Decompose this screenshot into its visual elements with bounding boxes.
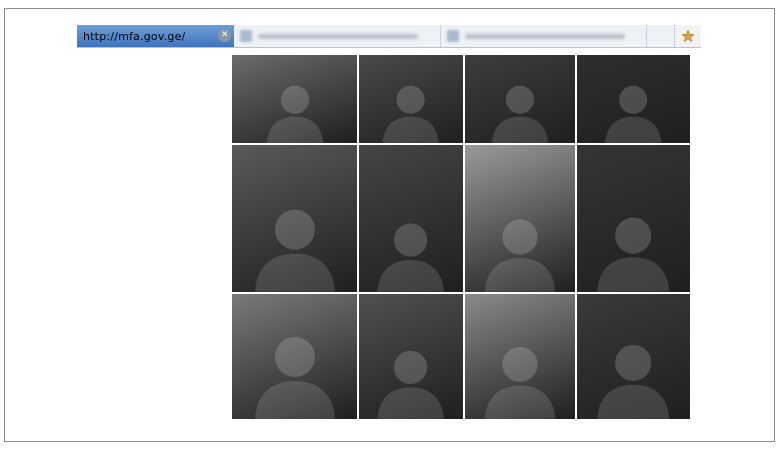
person-silhouette-icon	[266, 85, 323, 143]
photo-tile	[577, 145, 690, 292]
tab-inactive-1[interactable]	[234, 25, 441, 47]
photo-tile	[577, 55, 690, 143]
photo-tile	[359, 294, 463, 419]
silhouette-head	[274, 337, 315, 377]
favicon-icon	[240, 30, 253, 42]
star-icon	[681, 29, 695, 42]
person-silhouette-icon	[597, 344, 670, 419]
photo-tile	[577, 294, 690, 419]
browser-tab-bar: http://mfa.gov.ge/ ✕	[77, 25, 701, 48]
favicon-icon	[446, 30, 459, 42]
photo-tile	[232, 294, 357, 419]
silhouette-body	[597, 384, 670, 419]
silhouette-head	[615, 217, 652, 255]
photo-tile	[465, 294, 575, 419]
silhouette-head	[394, 350, 428, 385]
person-silhouette-icon	[605, 85, 662, 143]
bookmark-star-button[interactable]	[674, 25, 701, 47]
person-silhouette-icon	[382, 85, 440, 143]
photo-collage	[232, 55, 692, 421]
photo-tile	[359, 145, 463, 292]
tab-label: http://mfa.gov.ge/	[83, 29, 186, 43]
silhouette-head	[502, 346, 538, 383]
person-silhouette-icon	[484, 346, 556, 419]
tab-label-blurred	[464, 33, 625, 39]
silhouette-body	[254, 381, 335, 419]
silhouette-body	[254, 254, 335, 292]
silhouette-body	[377, 260, 445, 292]
silhouette-body	[605, 116, 662, 143]
silhouette-head	[394, 223, 428, 258]
tab-bar-spacer	[646, 25, 675, 47]
photo-tile	[359, 55, 463, 143]
photo-tile	[465, 145, 575, 292]
person-silhouette-icon	[597, 217, 670, 292]
silhouette-body	[491, 116, 549, 143]
silhouette-head	[502, 219, 538, 256]
silhouette-body	[377, 387, 445, 419]
person-silhouette-icon	[377, 350, 445, 419]
silhouette-body	[484, 385, 556, 419]
photo-tile	[465, 55, 575, 143]
close-icon[interactable]: ✕	[218, 29, 232, 42]
person-silhouette-icon	[254, 210, 335, 292]
silhouette-head	[615, 344, 652, 382]
person-silhouette-icon	[254, 337, 335, 419]
silhouette-head	[280, 85, 309, 114]
tab-inactive-2[interactable]	[440, 25, 647, 47]
silhouette-body	[266, 116, 323, 143]
person-silhouette-icon	[377, 223, 445, 292]
silhouette-head	[274, 210, 315, 250]
photo-tile	[232, 55, 357, 143]
tab-label-blurred	[258, 33, 419, 39]
tab-active[interactable]: http://mfa.gov.ge/ ✕	[77, 25, 235, 47]
silhouette-body	[382, 116, 440, 143]
silhouette-head	[396, 85, 426, 114]
silhouette-body	[597, 257, 670, 292]
photo-tile	[232, 145, 357, 292]
silhouette-body	[484, 258, 556, 292]
silhouette-head	[505, 85, 535, 114]
person-silhouette-icon	[484, 219, 556, 292]
silhouette-head	[619, 85, 648, 114]
person-silhouette-icon	[491, 85, 549, 143]
